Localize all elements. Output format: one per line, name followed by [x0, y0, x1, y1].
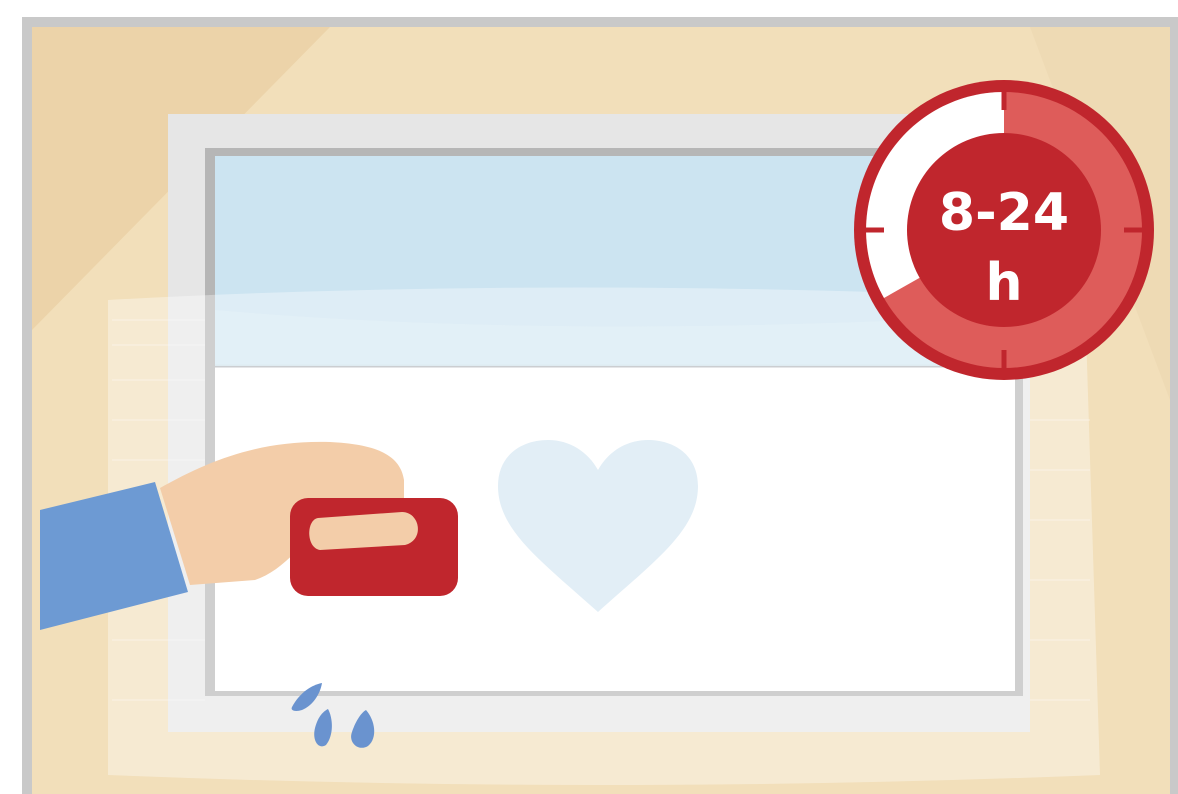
timer-range-label: 8-24 — [939, 183, 1069, 243]
timer-unit-label: h — [985, 253, 1022, 313]
film-application-illustration: 8-24 h — [0, 0, 1178, 794]
hand-fingers — [309, 512, 418, 550]
